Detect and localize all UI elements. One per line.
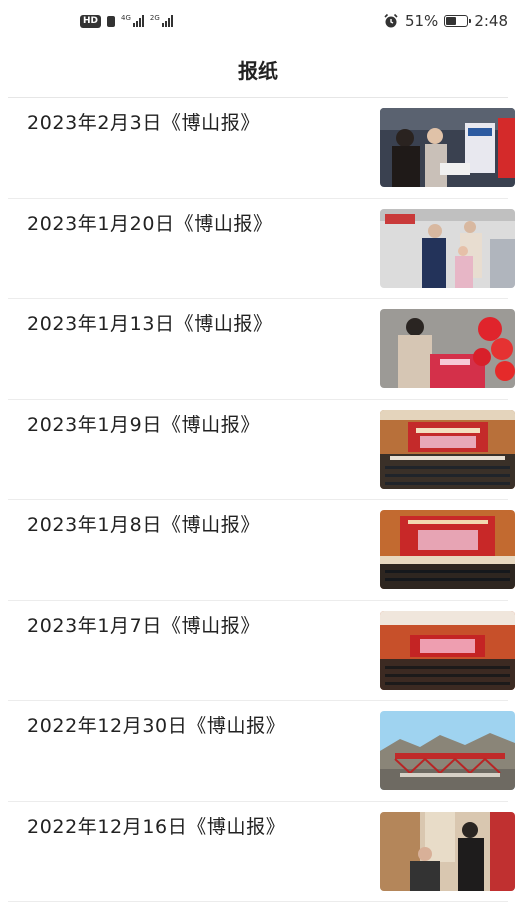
- clock-time: 2:48: [474, 12, 508, 30]
- item-title: 2023年2月3日《博山报》: [27, 108, 260, 135]
- item-title: 2023年1月9日《博山报》: [27, 410, 260, 437]
- network-label-1: 4G: [121, 15, 131, 22]
- list-item[interactable]: 2023年1月7日《博山报》: [8, 601, 508, 702]
- page-title: 报纸: [0, 42, 516, 97]
- thumbnail-image: [380, 309, 515, 388]
- status-left: HD 4G 2G: [80, 15, 173, 28]
- item-title: 2023年1月8日《博山报》: [27, 510, 260, 537]
- list-item[interactable]: 2023年1月13日《博山报》: [8, 299, 508, 400]
- item-title: 2023年1月7日《博山报》: [27, 611, 260, 638]
- status-bar: HD 4G 2G 51% 2:48: [0, 0, 516, 42]
- hd-badge: HD: [80, 15, 101, 28]
- thumbnail-image: [380, 711, 515, 790]
- list-item[interactable]: 2023年1月9日《博山报》: [8, 400, 508, 501]
- status-right: 51% 2:48: [383, 12, 508, 30]
- item-title: 2022年12月30日《博山报》: [27, 711, 285, 738]
- battery-percent: 51%: [405, 12, 438, 30]
- signal-icon: 4G: [121, 15, 144, 27]
- sim-icon: [107, 16, 115, 27]
- list-item[interactable]: 2022年12月16日《博山报》: [8, 802, 508, 902]
- signal-icon-2: 2G: [150, 15, 173, 27]
- list-item[interactable]: 2023年2月3日《博山报》: [8, 98, 508, 199]
- list-item[interactable]: 2023年1月20日《博山报》: [8, 199, 508, 300]
- thumbnail-image: [380, 611, 515, 690]
- alarm-icon: [383, 13, 399, 29]
- list-item[interactable]: 2023年1月8日《博山报》: [8, 500, 508, 601]
- item-title: 2023年1月20日《博山报》: [27, 209, 273, 236]
- thumbnail-image: [380, 410, 515, 489]
- list-item[interactable]: 2022年12月30日《博山报》: [8, 701, 508, 802]
- newspaper-list: 2023年2月3日《博山报》 2023年1月20日《博山报》: [0, 98, 516, 902]
- thumbnail-image: [380, 510, 515, 589]
- item-title: 2023年1月13日《博山报》: [27, 309, 273, 336]
- thumbnail-image: [380, 812, 515, 891]
- network-label-2: 2G: [150, 15, 160, 22]
- item-title: 2022年12月16日《博山报》: [27, 812, 285, 839]
- thumbnail-image: [380, 209, 515, 288]
- thumbnail-image: [380, 108, 515, 187]
- battery-icon: [444, 15, 468, 27]
